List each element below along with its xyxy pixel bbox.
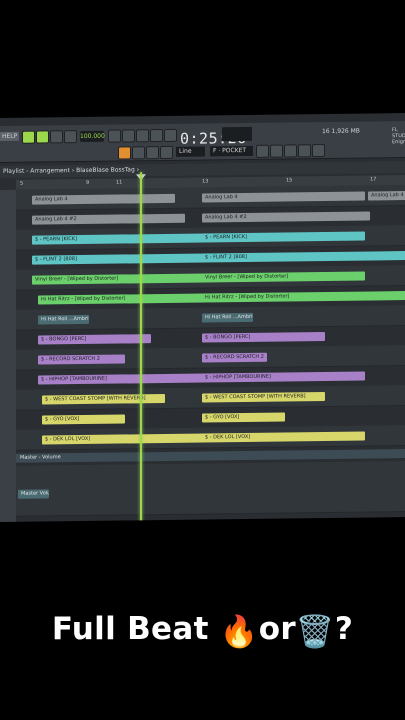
pattern-clip[interactable]: Analog Lab 4 <box>202 191 365 203</box>
track-headers <box>0 189 16 522</box>
mute-tool-icon[interactable] <box>160 145 173 160</box>
pattern-clip[interactable]: Master Volume <box>18 489 49 499</box>
ruler-mark: 9 <box>86 179 90 186</box>
pattern-clip[interactable]: $ - RECORD SCRATCH 2 <box>202 352 267 363</box>
delete-tool-icon[interactable] <box>146 146 159 160</box>
browser-icon[interactable] <box>298 144 311 158</box>
pattern-clip[interactable]: $ - RECORD SCRATCH 2 <box>38 354 125 365</box>
pattern-clip[interactable]: Hi Hat Roll ...Ambrile <box>202 312 253 323</box>
pattern-select[interactable]: F · POCKET <box>210 145 253 157</box>
pattern-clip[interactable]: $ - HIPHOP [TAMBOURINE] <box>202 371 365 383</box>
pattern-clip[interactable]: $ - GYO [VOX] <box>42 414 125 425</box>
plugin-picker-icon[interactable] <box>312 144 325 158</box>
oscilloscope <box>222 126 252 142</box>
caption-text: Full Beat <box>51 611 220 647</box>
pattern-clip[interactable]: $ - DEK LOL [VOX] <box>42 433 205 445</box>
countdown-icon[interactable] <box>136 129 149 143</box>
trash-icon: 🗑️ <box>295 614 335 650</box>
caption-or: or <box>258 611 296 647</box>
pattern-clip[interactable]: Hi Hat Ritrz - [Wiped by Distorter] <box>38 293 205 305</box>
pattern-clip[interactable]: Analog Lab 4 #2 <box>202 211 370 223</box>
loop-record-icon[interactable] <box>150 129 163 143</box>
paint-tool-icon[interactable] <box>132 146 145 160</box>
channel-rack-icon[interactable] <box>270 144 283 158</box>
cpu-meter: 16 1,926 MB <box>322 127 360 136</box>
wait-icon[interactable] <box>122 129 135 143</box>
tempo-display[interactable]: 100.000 <box>80 130 105 143</box>
toolbar: HELP 100.000 0:25:26 16 1,926 MB FL STUD… <box>0 121 405 163</box>
pattern-clip[interactable]: $ - WEST COAST STOMP [WITH REVERB] <box>202 392 325 403</box>
pattern-clip[interactable]: $ - GYO [VOX] <box>202 412 285 423</box>
stop-button[interactable] <box>50 130 63 144</box>
brand-label: FL STUDIO Enigma <box>392 127 405 146</box>
mixer-icon[interactable] <box>256 144 269 158</box>
pattern-clip[interactable]: Analog Lab 4 <box>32 193 175 205</box>
help-button[interactable]: HELP <box>0 131 20 141</box>
pattern-clip[interactable]: $ - FLINT 2 [808] <box>32 253 205 265</box>
caption-question: ? <box>334 611 354 647</box>
pattern-clip[interactable]: $ - BONGO [PERC] <box>38 334 151 345</box>
step-edit-icon[interactable] <box>164 128 177 142</box>
pattern-clip[interactable]: Hi Hat Ritrz - [Wiped by Distorter] <box>202 291 405 303</box>
pattern-clip[interactable]: $ - HIPHOP [TAMBOURINE] <box>38 373 205 385</box>
playlist-tracks: Analog Lab 4 Analog Lab 4 Analog Lab 4 A… <box>0 185 405 522</box>
piano-roll-icon[interactable] <box>284 144 297 158</box>
pattern-clip[interactable]: $ - FLINT 2 [808] <box>202 251 405 263</box>
pattern-clip[interactable]: Vinyl Breer - [Wiped by Distorter] <box>202 271 365 283</box>
pattern-clip[interactable]: Vinyl Breer - [Wiped by Distorter] <box>32 273 205 285</box>
pattern-clip[interactable]: $ - DEK LOL [VOX] <box>202 431 365 443</box>
snap-select[interactable]: Line <box>176 146 205 157</box>
ruler-mark: 13 <box>202 178 209 185</box>
pattern-clip[interactable]: Analog Lab 4 <box>368 191 405 201</box>
fire-icon: 🔥 <box>219 614 259 650</box>
playhead[interactable] <box>140 172 142 522</box>
pattern-clip[interactable]: $ - PEARN [KICK] <box>32 233 205 245</box>
pattern-clip[interactable]: $ - WEST COAST STOMP [WITH REVERB] <box>42 393 165 405</box>
play-button[interactable] <box>36 130 49 144</box>
metronome-icon[interactable] <box>108 129 121 143</box>
record-button[interactable] <box>64 130 77 144</box>
draw-tool-icon[interactable] <box>118 146 131 160</box>
pattern-clip[interactable]: Hi Hat Roll ...Ambrile <box>38 314 89 325</box>
ruler-mark: 15 <box>286 177 293 184</box>
ruler-mark: 5 <box>20 180 24 187</box>
ruler-mark: 17 <box>370 176 377 183</box>
pattern-clip[interactable]: $ - BONGO [PERC] <box>202 332 325 343</box>
pattern-clip[interactable]: Analog Lab 4 #2 <box>32 213 185 225</box>
pattern-song-toggle[interactable] <box>22 130 35 144</box>
pattern-clip[interactable]: $ - PEARN [KICK] <box>202 231 365 243</box>
track-lane[interactable]: Master Volume <box>16 461 405 517</box>
caption: Full Beat 🔥or🗑️? <box>0 611 405 650</box>
ruler-mark: 11 <box>116 179 123 186</box>
fl-studio-window: HELP 100.000 0:25:26 16 1,926 MB FL STUD… <box>0 113 405 522</box>
